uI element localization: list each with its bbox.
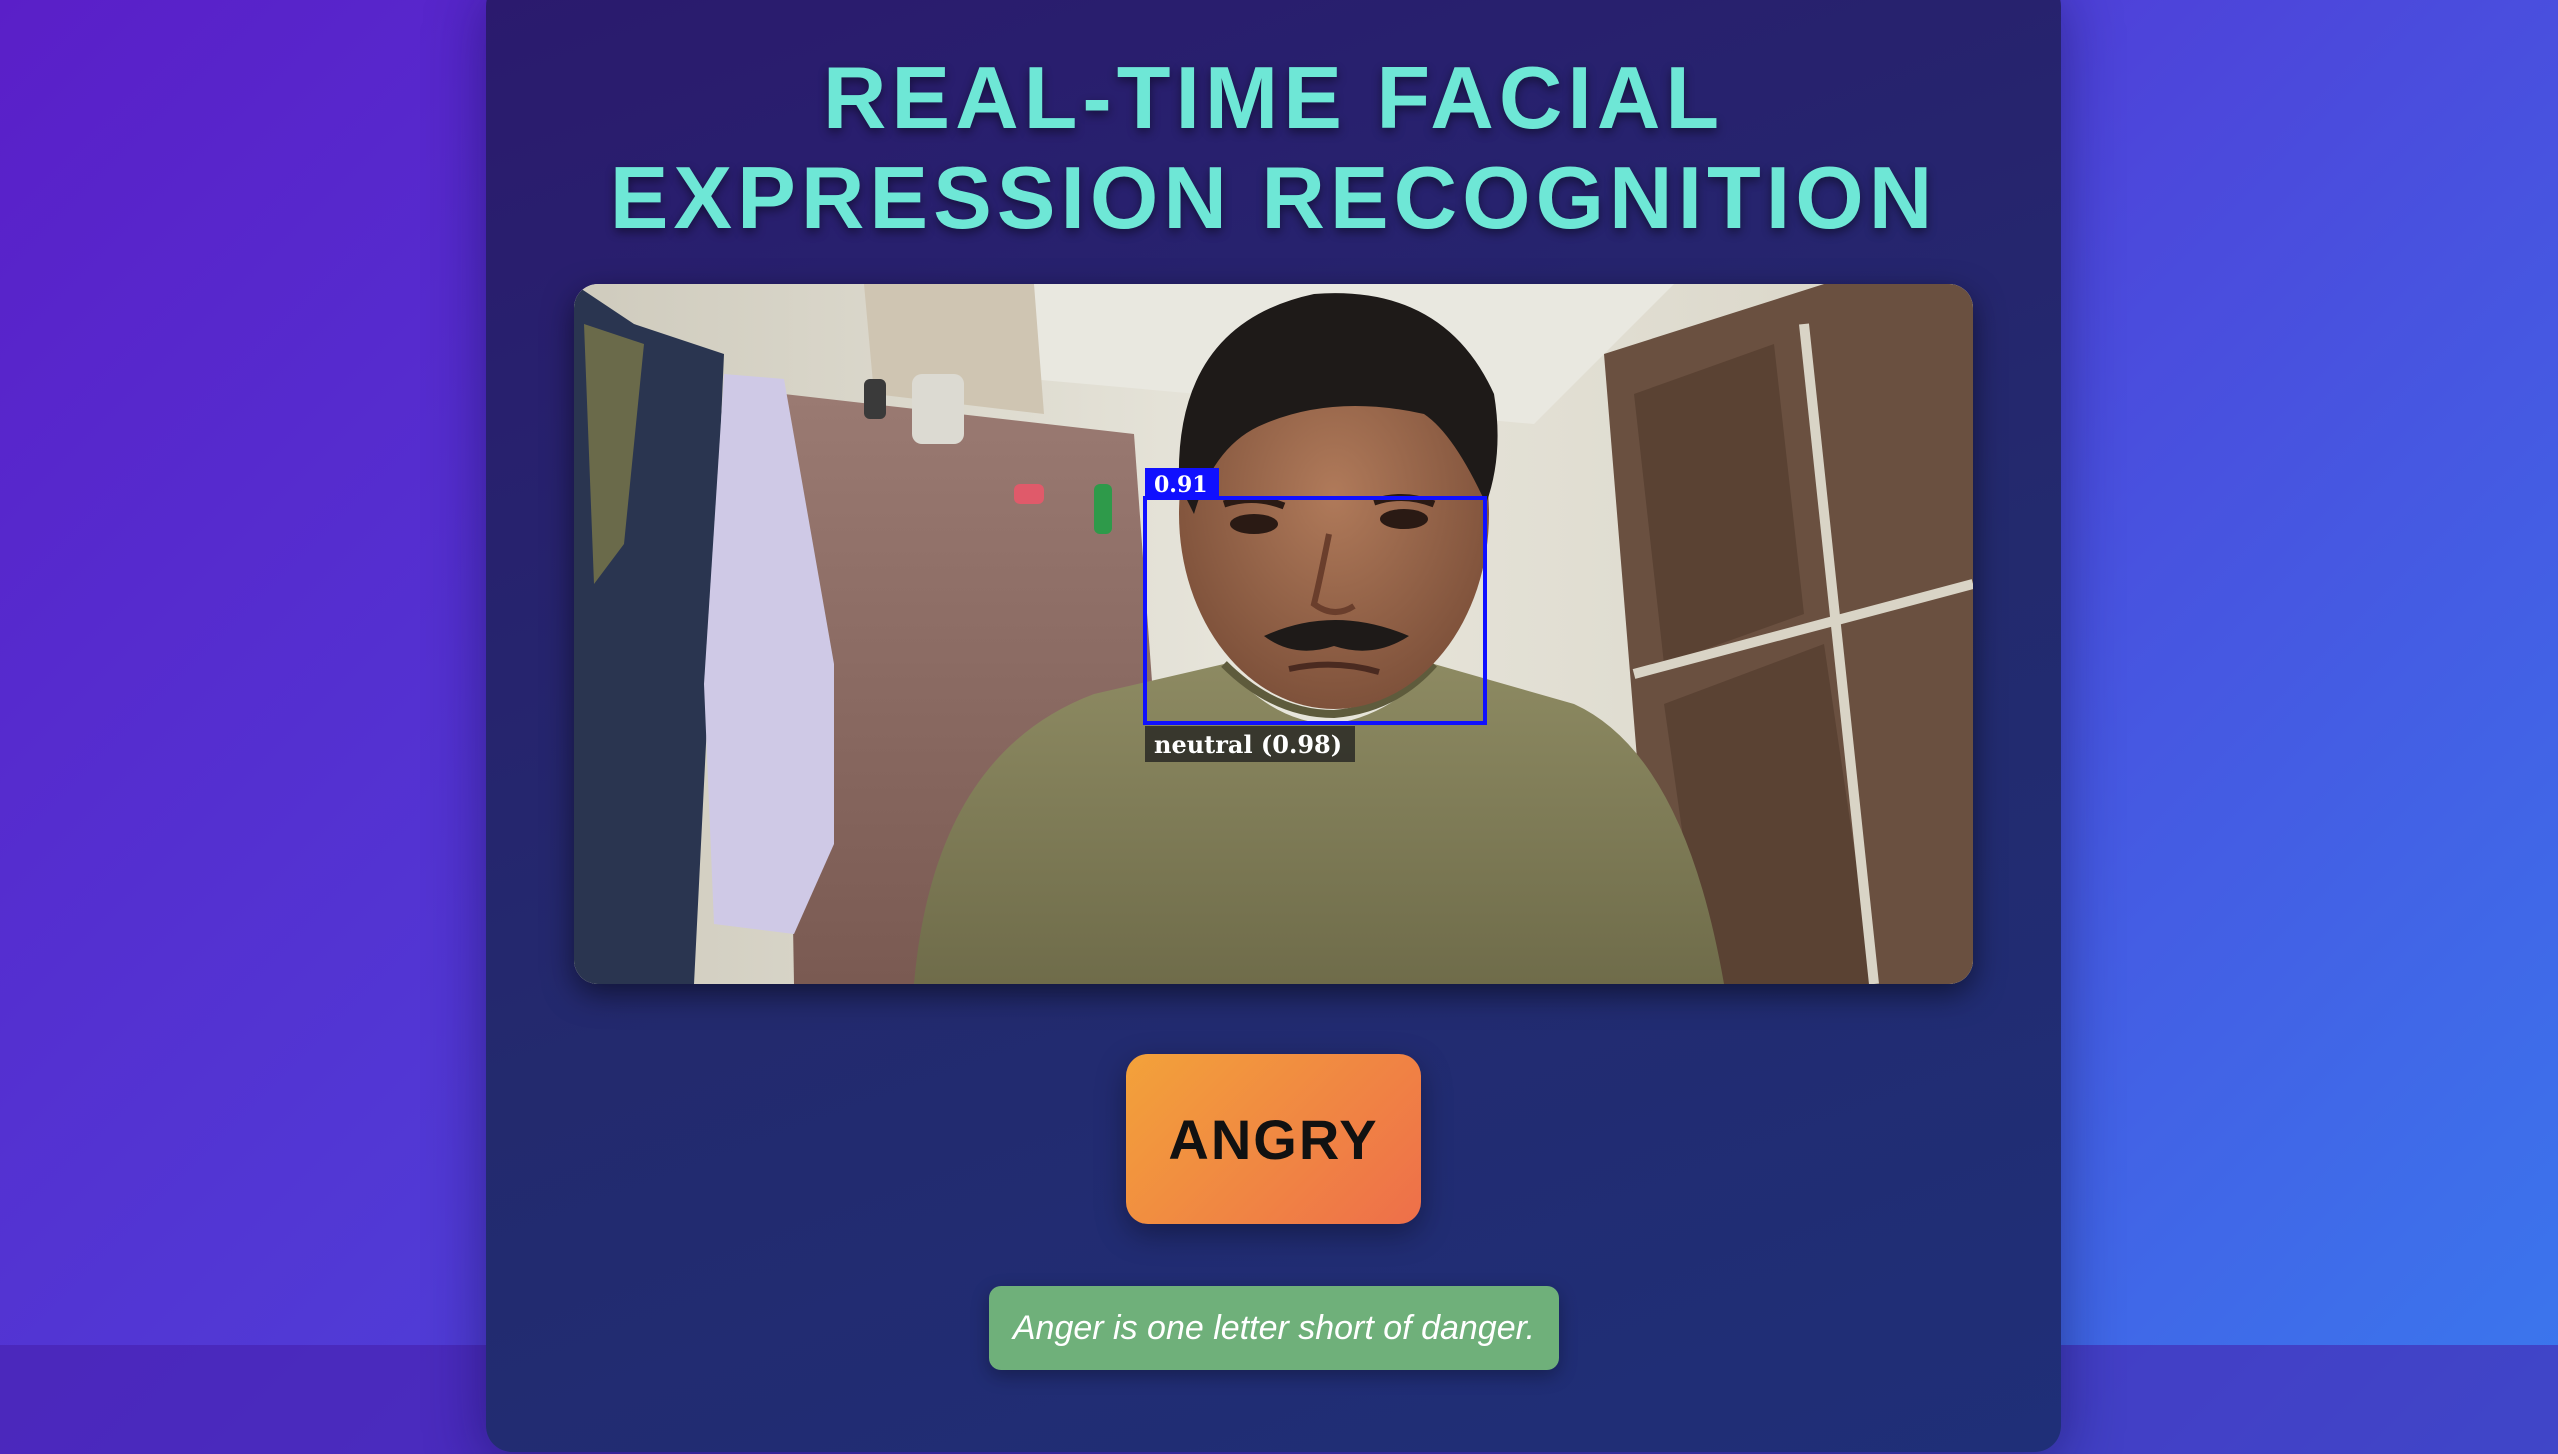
webcam-feed: 0.91 neutral (0.98) [574,284,1973,984]
page-title: REAL-TIME FACIAL EXPRESSION RECOGNITION [486,48,2061,248]
detection-emotion-label: neutral (0.98) [1154,730,1342,759]
predicted-emotion-badge: ANGRY [1126,1054,1421,1224]
title-line-1: REAL-TIME FACIAL [822,48,1725,147]
title-line-2: EXPRESSION RECOGNITION [609,148,1938,247]
webcam-frame-image: 0.91 neutral (0.98) [574,284,1973,984]
emotion-quote: Anger is one letter short of danger. [989,1286,1559,1370]
detection-score-label: 0.91 [1154,472,1208,498]
